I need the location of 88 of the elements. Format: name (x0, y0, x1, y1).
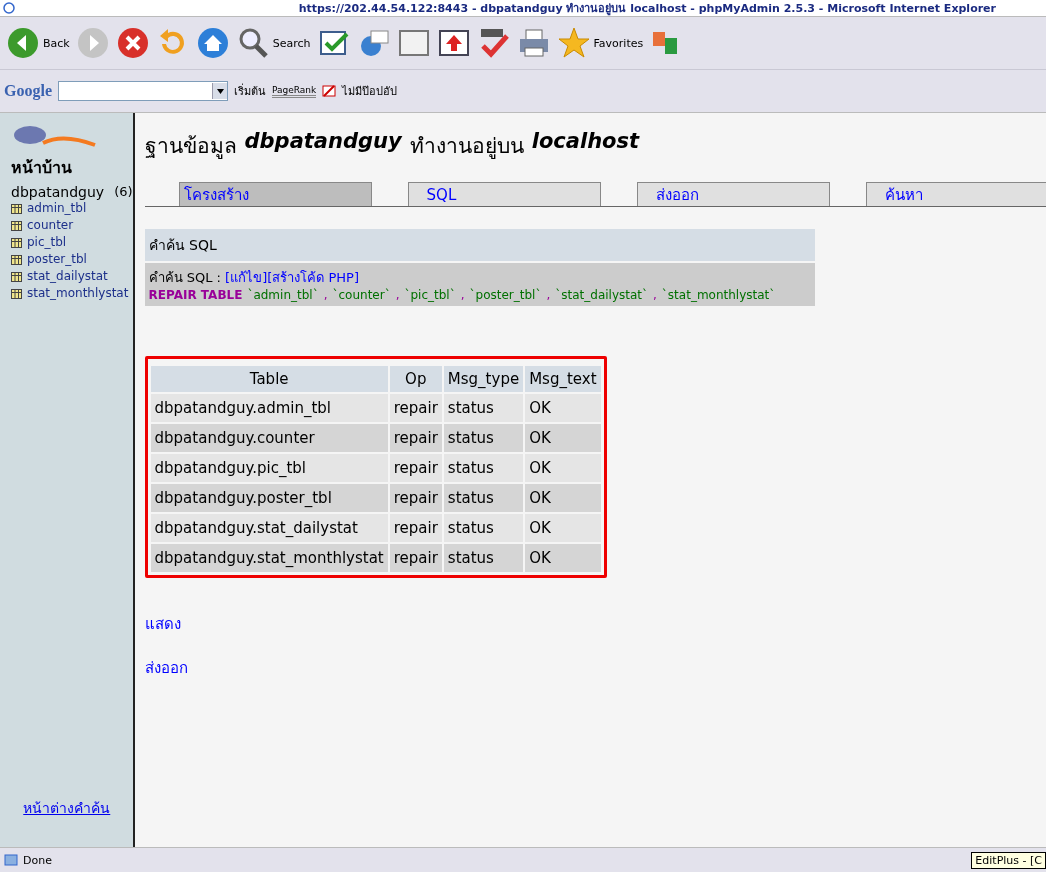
table-link[interactable]: pic_tbl (27, 234, 67, 251)
sql-token: , (460, 288, 465, 302)
table-cell: OK (525, 394, 601, 422)
pagerank-meter[interactable]: PageRank (272, 84, 317, 98)
column-header: Table (150, 366, 388, 392)
table-link[interactable]: poster_tbl (27, 251, 87, 268)
page-heading: ทำงานอยู่บน (409, 133, 524, 161)
action-link[interactable]: แสดง (144, 612, 181, 636)
sql-label: คำค้น SQL : (148, 270, 221, 285)
table-cell: repair (389, 394, 442, 422)
table-icon[interactable] (11, 271, 22, 282)
table-cell: status (443, 424, 524, 452)
table-cell: dbpatandguy.stat_monthlystat (150, 544, 388, 572)
table-cell: OK (525, 544, 601, 572)
tab[interactable]: SQL (407, 182, 601, 206)
table-cell: repair (389, 424, 442, 452)
column-header: Op (389, 366, 442, 392)
query-window-link[interactable]: หน้าต่างคำค้น (23, 797, 111, 819)
table-icon[interactable] (11, 220, 22, 231)
home-icon[interactable] (195, 26, 230, 60)
table-cell: repair (389, 544, 442, 572)
caret-icon (216, 88, 224, 94)
table-icon[interactable] (11, 203, 22, 214)
table-cell: repair (389, 484, 442, 512)
sql-query-header: คำค้น SQL (144, 229, 815, 261)
page-heading: dbpatandguy (244, 129, 402, 155)
page-heading: localhost (531, 129, 640, 155)
table-cell: OK (525, 424, 601, 452)
tab[interactable]: ส่งออก (636, 182, 830, 206)
table-cell: dbpatandguy.counter (150, 424, 388, 452)
table-cell: status (443, 484, 524, 512)
table-cell: status (443, 514, 524, 542)
toolbar-label[interactable]: Favorites (593, 36, 644, 50)
sql-token: , (653, 288, 657, 302)
google-logo: Google (4, 82, 52, 100)
page-icon (4, 853, 18, 867)
page-heading: ฐานข้อมูล (144, 133, 237, 161)
action-link[interactable]: ส่งออก (144, 656, 188, 680)
table-icon[interactable] (11, 254, 22, 265)
window-title: https://202.44.54.122:8443 - dbpatandguy ทำงานอยู่บน localhost - phpMyAdmin 2.5.3 - Microsoft Internet Explorer (298, 1, 996, 17)
sql-token: `counter` (332, 288, 391, 302)
dropdown-button[interactable] (212, 83, 227, 99)
sql-link[interactable]: [สร้างโค้ด PHP] (267, 270, 359, 285)
stop-icon[interactable] (115, 26, 150, 60)
table-link[interactable]: counter (27, 217, 74, 234)
table-link[interactable]: stat_monthlystat (27, 285, 129, 302)
table-cell: OK (525, 484, 601, 512)
sql-token: , (546, 288, 551, 302)
popup-blocker-label[interactable]: ไม่มีป๊อปอัป (342, 82, 398, 100)
table-cell: OK (525, 514, 601, 542)
table-cell: dbpatandguy.pic_tbl (150, 454, 388, 482)
toolbar-label[interactable]: Search (272, 36, 311, 50)
search-field[interactable] (58, 81, 228, 101)
table-cell: repair (389, 454, 442, 482)
tab[interactable]: ค้นหา (865, 182, 1046, 206)
sql-token: , (395, 288, 400, 302)
database-name[interactable]: dbpatandguy (11, 184, 105, 200)
sql-token: `pic_tbl` (404, 288, 456, 302)
popup-blocker-icon[interactable] (322, 84, 337, 98)
toolbar-label[interactable]: Back (43, 36, 70, 50)
sql-token: `admin_tbl` (247, 288, 319, 302)
table-cell: status (443, 394, 524, 422)
table-icon[interactable] (11, 237, 22, 248)
table-cell: OK (525, 454, 601, 482)
star-icon[interactable] (556, 26, 591, 60)
sql-token: , (323, 288, 328, 302)
table-cell: dbpatandguy.poster_tbl (150, 484, 388, 512)
table-cell: status (443, 544, 524, 572)
tab[interactable]: โครงสร้าง (178, 182, 372, 206)
table-link[interactable]: admin_tbl (27, 200, 87, 217)
table-cell: repair (389, 514, 442, 542)
table-icon[interactable] (11, 288, 22, 299)
sql-token: `poster_tbl` (469, 288, 542, 302)
start-label[interactable]: เริ่มต้น (234, 82, 266, 100)
table-link[interactable]: stat_dailystat (27, 268, 108, 285)
table-cell: status (443, 454, 524, 482)
table-cell: dbpatandguy.stat_dailystat (150, 514, 388, 542)
tooltip: EditPlus - [C (971, 852, 1046, 869)
column-header: Msg_text (525, 366, 601, 392)
table-count: (6) (114, 184, 133, 200)
sql-token: REPAIR TABLE (148, 288, 243, 302)
home-link[interactable]: หน้าบ้าน (11, 155, 133, 180)
column-header: Msg_type (443, 366, 524, 392)
sql-link[interactable]: [แก้ไข] (225, 270, 268, 285)
status-text: Done (23, 853, 52, 867)
sql-token: `stat_dailystat` (555, 288, 649, 302)
table-cell: dbpatandguy.admin_tbl (150, 394, 388, 422)
sql-token: `stat_monthlystat` (661, 288, 776, 302)
